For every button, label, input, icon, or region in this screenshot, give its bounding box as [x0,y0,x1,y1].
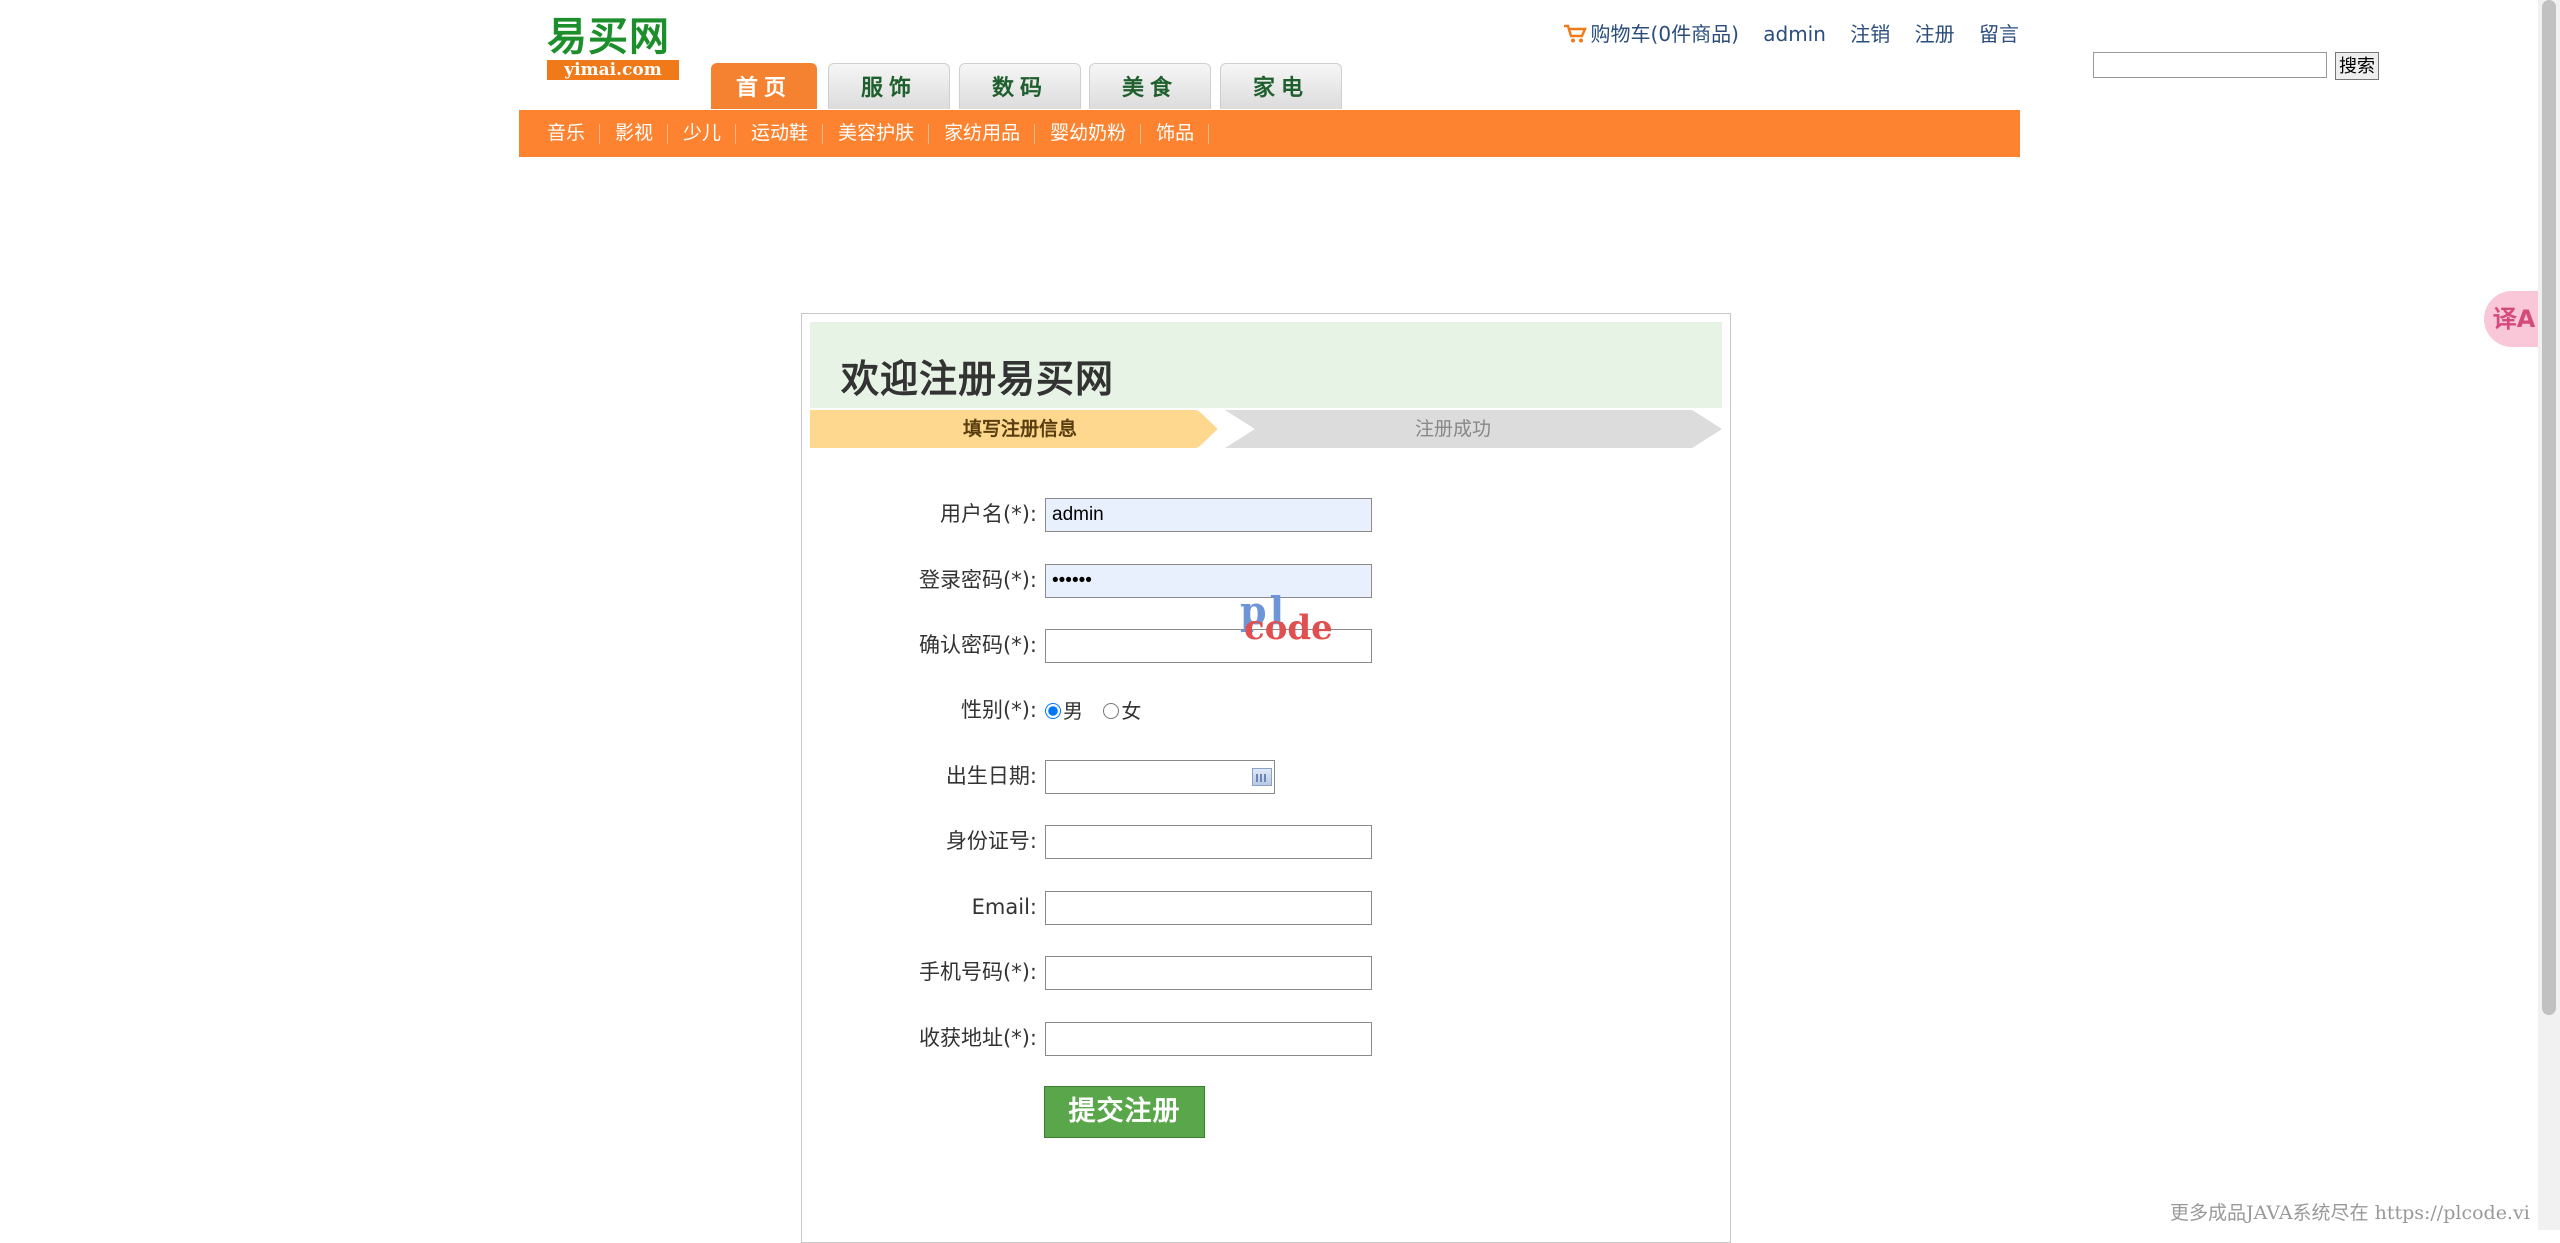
email-field[interactable] [1045,891,1372,925]
cart-link-label: 购物车(0件商品) [1590,22,1739,46]
birthday-label: 出生日期: [945,764,1037,788]
subnav-item-movies[interactable]: 影视 [600,110,669,157]
subnav-item-kids[interactable]: 少儿 [668,110,737,157]
top-links: 购物车(0件商品) admin 注销 注册 留言 [1545,18,2019,47]
message-link[interactable]: 留言 [1979,18,2019,47]
username-row: 用户名(*): [802,496,1732,532]
email-row: Email: [802,889,1732,925]
password-label: 登录密码(*): [919,568,1037,592]
subnav-item-sneakers[interactable]: 运动鞋 [736,110,824,157]
translate-icon[interactable]: 译A [2484,291,2544,347]
email-label: Email: [971,895,1037,919]
gender-female-label: 女 [1121,699,1142,723]
idcard-row: 身份证号: [802,823,1732,859]
logo-chinese-text: 易买网 [547,13,670,60]
submit-register-button[interactable]: 提交注册 [1044,1086,1205,1138]
search-input[interactable] [2093,52,2327,78]
step-register-success-label: 注册成功 [1415,418,1492,440]
tab-home[interactable]: 首页 [711,63,817,109]
step-progress: 注册成功 填写注册信息 [810,410,1722,448]
address-row: 收获地址(*): [802,1020,1732,1056]
subnav-item-home-textiles[interactable]: 家纺用品 [929,110,1036,157]
plcode-watermark: pl code [1240,588,1350,648]
mobile-label: 手机号码(*): [919,960,1037,984]
search-button[interactable]: 搜索 [2335,52,2379,80]
calendar-icon[interactable] [1252,768,1272,786]
step-register-success: 注册成功 [1225,410,1722,448]
gender-female-radio[interactable] [1103,703,1120,719]
step-fill-info-label: 填写注册信息 [963,418,1078,440]
subnav-item-beauty[interactable]: 美容护肤 [823,110,930,157]
cart-link[interactable]: 购物车(0件商品) [1563,18,1739,47]
register-link[interactable]: 注册 [1915,18,1955,47]
user-link[interactable]: admin [1763,22,1826,46]
logout-link[interactable]: 注销 [1850,18,1890,47]
gender-male-radio[interactable] [1045,703,1061,719]
tab-appliances[interactable]: 家电 [1220,63,1342,109]
register-panel: 欢迎注册易买网 注册成功 填写注册信息 用户名(*): 登录密码(*): 确认密… [801,313,1731,1243]
gender-row: 性别(*): 男 女 [802,692,1732,728]
shopping-cart-icon [1563,24,1587,43]
step-fill-info: 填写注册信息 [810,410,1230,448]
welcome-banner: 欢迎注册易买网 [810,322,1722,408]
subnav-item-accessories[interactable]: 饰品 [1141,110,1210,157]
site-header: 易买网 yimai.com 首页 服饰 数码 美食 家电 购物车(0件商品) a… [519,0,2379,110]
address-field[interactable] [1045,1022,1372,1056]
gender-option-male: 男 [1045,696,1083,726]
page-title: 欢迎注册易买网 [841,357,1115,401]
gender-option-female: 女 [1103,696,1141,726]
username-field[interactable] [1045,498,1372,532]
tab-digital[interactable]: 数码 [959,63,1081,109]
birthday-row: 出生日期: [802,758,1732,794]
subnav-item-music[interactable]: 音乐 [519,110,601,157]
subnav-item-baby-formula[interactable]: 婴幼奶粉 [1035,110,1142,157]
logo-english-text: yimai.com [547,60,679,80]
birthday-field[interactable] [1045,760,1275,794]
gender-label: 性别(*): [961,698,1037,722]
gender-options: 男 女 [1045,696,1155,726]
top-right-area: 购物车(0件商品) admin 注销 注册 留言 搜索 [1563,18,2379,88]
address-label: 收获地址(*): [919,1026,1037,1050]
vertical-scrollbar[interactable] [2538,0,2560,1230]
scrollbar-thumb[interactable] [2542,0,2556,1015]
mobile-field[interactable] [1045,956,1372,990]
idcard-field[interactable] [1045,825,1372,859]
username-label: 用户名(*): [940,502,1037,526]
gender-male-label: 男 [1063,699,1083,723]
confirm-password-label: 确认密码(*): [919,633,1037,657]
idcard-label: 身份证号: [945,829,1037,853]
watermark-line2: code [1244,608,1333,648]
sub-category-nav: 音乐 影视 少儿 运动鞋 美容护肤 家纺用品 婴幼奶粉 饰品 [519,110,2020,157]
site-logo[interactable]: 易买网 yimai.com [547,14,679,80]
tab-food[interactable]: 美食 [1089,63,1211,109]
footer-note: 更多成品JAVA系统尽在 https://plcode.vi [2170,1202,2530,1224]
tab-clothing[interactable]: 服饰 [828,63,950,109]
mobile-row: 手机号码(*): [802,954,1732,990]
